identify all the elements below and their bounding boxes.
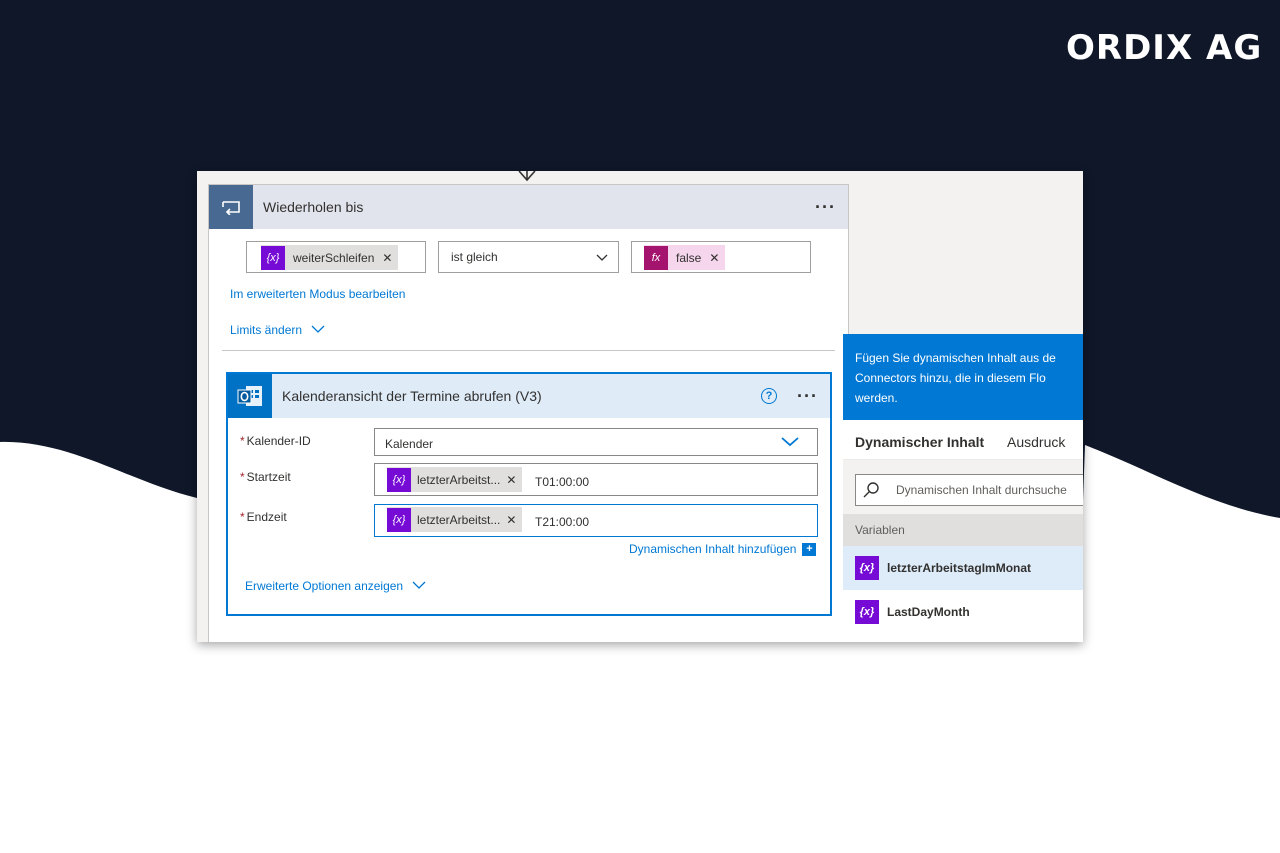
action-header[interactable]: Kalenderansicht der Termine abrufen (V3)… [228, 374, 830, 418]
dynamic-content-panel: Fügen Sie dynamischen Inhalt aus de Conn… [843, 334, 1083, 642]
search-placeholder: Dynamischen Inhalt durchsuche [896, 483, 1067, 497]
add-dynamic-content-label: Dynamischen Inhalt hinzufügen [629, 542, 797, 556]
condition-right-input[interactable]: fx false ✕ [631, 241, 811, 273]
panel-tabs: Dynamischer Inhalt Ausdruck [843, 420, 1083, 462]
search-area: Dynamischen Inhalt durchsuche [843, 460, 1083, 514]
advanced-mode-link[interactable]: Im erweiterten Modus bearbeiten [230, 287, 405, 301]
tab-expression[interactable]: Ausdruck [1007, 434, 1065, 450]
outlook-calendar-icon [228, 374, 272, 418]
variables-section-header: Variablen [843, 514, 1083, 546]
chevron-down-icon [596, 250, 608, 268]
list-item-label: LastDayMonth [887, 605, 970, 619]
variable-icon: {x} [261, 245, 285, 270]
add-dynamic-content-link[interactable]: Dynamischen Inhalt hinzufügen + [629, 542, 817, 556]
remove-token-icon[interactable]: ✕ [709, 251, 725, 265]
remove-token-icon[interactable]: ✕ [382, 251, 398, 265]
loop-more-options-icon[interactable]: ··· [815, 197, 836, 218]
advanced-options-label: Erweiterte Optionen anzeigen [245, 579, 404, 593]
token-label: false [676, 250, 702, 265]
variable-token[interactable]: {x} weiterSchleifen ✕ [261, 245, 399, 270]
loop-header[interactable]: Wiederholen bis ··· [209, 185, 848, 229]
end-time-label: * Endzeit [240, 510, 287, 524]
token-label: letzterArbeitst... [417, 472, 501, 487]
start-time-input[interactable]: {x} letzterArbeitst... ✕ T01:00:00 [374, 463, 818, 496]
end-time-suffix: T21:00:00 [535, 515, 590, 529]
variable-icon: {x} [387, 467, 411, 492]
operator-dropdown[interactable]: ist gleich [438, 241, 619, 273]
do-until-loop-card: Wiederholen bis ··· {x} weiterSchleifen … [208, 184, 849, 642]
start-time-label: * Startzeit [240, 470, 291, 484]
chevron-down-icon [781, 436, 799, 451]
panel-info-banner: Fügen Sie dynamischen Inhalt aus de Conn… [843, 334, 1083, 420]
list-item[interactable]: {x} letzterArbeitstagImMonat [843, 546, 1083, 590]
action-title: Kalenderansicht der Termine abrufen (V3) [282, 388, 542, 404]
chevron-down-icon [311, 325, 325, 333]
variable-token[interactable]: {x} letzterArbeitst... ✕ [387, 467, 523, 492]
token-label: letzterArbeitst... [417, 512, 501, 527]
condition-left-input[interactable]: {x} weiterSchleifen ✕ [246, 241, 426, 273]
list-item[interactable]: {x} LastDayMonth [843, 590, 1083, 634]
loop-title: Wiederholen bis [263, 199, 364, 215]
end-time-input[interactable]: {x} letzterArbeitst... ✕ T21:00:00 [374, 504, 818, 537]
operator-value: ist gleich [451, 250, 498, 264]
tab-dynamic-content[interactable]: Dynamischer Inhalt [855, 434, 984, 450]
calendar-action-card: Kalenderansicht der Termine abrufen (V3)… [226, 372, 832, 616]
start-time-suffix: T01:00:00 [535, 475, 590, 489]
list-item-label: letzterArbeitstagImMonat [887, 561, 1032, 575]
variable-icon: {x} [855, 556, 879, 580]
loop-icon [209, 185, 253, 229]
search-icon [863, 482, 879, 498]
chevron-down-icon [412, 581, 426, 589]
calendar-id-label: * Kalender-ID [240, 434, 311, 448]
expression-token[interactable]: fx false ✕ [644, 245, 726, 270]
remove-token-icon[interactable]: ✕ [506, 473, 522, 487]
limits-link-label: Limits ändern [230, 323, 303, 337]
dynamic-content-search-input[interactable]: Dynamischen Inhalt durchsuche [855, 474, 1083, 506]
divider [222, 350, 835, 351]
calendar-id-dropdown[interactable]: Kalender [374, 428, 818, 456]
help-icon[interactable]: ? [761, 388, 778, 404]
company-logo: ORDIX AG [1066, 28, 1263, 68]
flow-editor-screenshot: Wiederholen bis ··· {x} weiterSchleifen … [197, 171, 1083, 642]
variable-token[interactable]: {x} letzterArbeitst... ✕ [387, 507, 523, 532]
variable-icon: {x} [387, 507, 411, 532]
action-more-options-icon[interactable]: ··· [797, 386, 818, 407]
add-icon: + [802, 542, 817, 556]
remove-token-icon[interactable]: ✕ [506, 513, 522, 527]
limits-link[interactable]: Limits ändern [230, 323, 325, 337]
variable-icon: {x} [855, 600, 879, 624]
advanced-options-link[interactable]: Erweiterte Optionen anzeigen [245, 579, 426, 593]
function-icon: fx [644, 245, 668, 270]
token-label: weiterSchleifen [293, 250, 375, 265]
calendar-id-value: Kalender [385, 437, 434, 451]
